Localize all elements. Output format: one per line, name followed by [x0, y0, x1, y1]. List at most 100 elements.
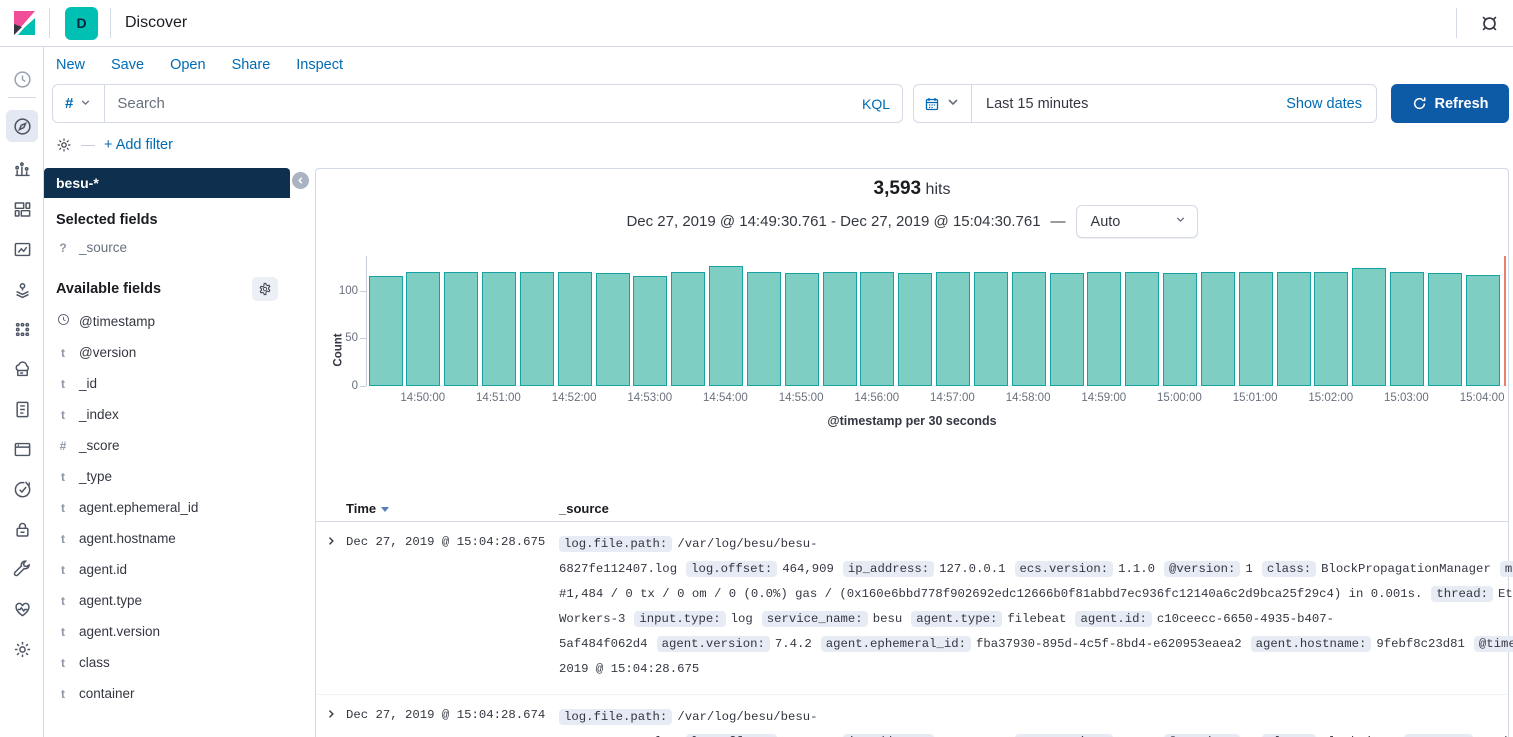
toolbar-link-inspect[interactable]: Inspect: [296, 57, 343, 73]
histogram-bar[interactable]: [1352, 268, 1386, 386]
field-name: container: [79, 686, 135, 701]
calendar-button[interactable]: [914, 85, 972, 122]
expand-row-chevron-right-icon[interactable]: [316, 532, 346, 552]
app-header: D Discover: [0, 0, 1513, 47]
field-item-agent.ephemeral_id[interactable]: tagent.ephemeral_id: [44, 492, 290, 523]
toolbar-link-new[interactable]: New: [56, 57, 85, 73]
nav-stack-monitoring-heart-icon[interactable]: [6, 593, 38, 625]
histogram-bar[interactable]: [1012, 272, 1046, 386]
nav-maps-icon[interactable]: [6, 273, 38, 305]
histogram-bar[interactable]: [1314, 272, 1348, 386]
histogram-bar[interactable]: [785, 273, 819, 386]
show-dates-button[interactable]: Show dates: [1272, 96, 1376, 112]
histogram-bar[interactable]: [596, 273, 630, 386]
nav-logs-icon[interactable]: [6, 393, 38, 425]
histogram-bar[interactable]: [860, 272, 894, 386]
nav-infrastructure-icon[interactable]: [6, 353, 38, 385]
index-pattern-selector[interactable]: besu-*: [44, 168, 290, 198]
histogram-plot-area[interactable]: [366, 256, 1501, 386]
time-range-value[interactable]: Last 15 minutes: [972, 96, 1272, 112]
x-axis-tick-label: 14:58:00: [1006, 392, 1051, 404]
histogram-bar[interactable]: [1087, 272, 1121, 386]
histogram-bar[interactable]: [936, 272, 970, 386]
refresh-button[interactable]: Refresh: [1391, 84, 1509, 123]
field-item-_id[interactable]: t_id: [44, 368, 290, 399]
histogram-bar[interactable]: [369, 276, 403, 386]
field-chip: ecs.version:: [1015, 561, 1114, 577]
field-item-container[interactable]: tcontainer: [44, 678, 290, 709]
histogram-bar[interactable]: [406, 272, 440, 386]
filter-type-button[interactable]: #: [53, 85, 105, 122]
field-chip: ip_address:: [843, 561, 934, 577]
time-column-header[interactable]: Time: [346, 501, 559, 516]
field-item-agent.id[interactable]: tagent.id: [44, 554, 290, 585]
field-item-agent.type[interactable]: tagent.type: [44, 585, 290, 616]
histogram-bar[interactable]: [671, 272, 705, 386]
nav-uptime-icon[interactable]: [6, 473, 38, 505]
search-input[interactable]: [105, 95, 850, 112]
histogram-bar[interactable]: [558, 272, 592, 386]
field-settings-gear-icon[interactable]: [252, 277, 278, 301]
hits-label: hits: [926, 181, 951, 198]
toolbar-link-open[interactable]: Open: [170, 57, 205, 73]
nav-apm-icon[interactable]: [6, 433, 38, 465]
histogram-bar[interactable]: [1239, 272, 1273, 386]
histogram-bar[interactable]: [823, 272, 857, 386]
histogram-chart[interactable]: Count 14:50:0014:51:0014:52:0014:53:0014…: [316, 242, 1508, 487]
nav-management-gear-icon[interactable]: [6, 633, 38, 665]
field-item-@timestamp[interactable]: @timestamp: [44, 305, 290, 337]
filter-settings-gear-icon[interactable]: [56, 137, 72, 153]
histogram-bar[interactable]: [747, 272, 781, 386]
nav-siem-lock-icon[interactable]: [6, 513, 38, 545]
field-name: _score: [79, 438, 120, 453]
range-separator: —: [1051, 213, 1066, 230]
field-item-_score[interactable]: #_score: [44, 430, 290, 461]
histogram-bar[interactable]: [633, 276, 667, 386]
histogram-bar[interactable]: [1277, 272, 1311, 386]
nav-canvas-icon[interactable]: [6, 233, 38, 265]
histogram-bar[interactable]: [1390, 272, 1424, 386]
histogram-bar[interactable]: [898, 273, 932, 386]
collapse-sidebar-button[interactable]: [292, 172, 309, 189]
query-bar: # KQL Last 15 minutes Show dates: [52, 84, 1509, 123]
nav-dashboard-icon[interactable]: [6, 193, 38, 225]
add-filter-button[interactable]: + Add filter: [104, 137, 173, 153]
histogram-bar[interactable]: [1428, 273, 1462, 386]
histogram-bar[interactable]: [1466, 275, 1500, 386]
expand-row-chevron-right-icon[interactable]: [316, 705, 346, 725]
field-item-@version[interactable]: t@version: [44, 337, 290, 368]
nav-machine-learning-icon[interactable]: [6, 313, 38, 345]
field-item-class[interactable]: tclass: [44, 647, 290, 678]
x-axis-tick-label: 14:52:00: [552, 392, 597, 404]
toolbar-link-save[interactable]: Save: [111, 57, 144, 73]
field-item-_type[interactable]: t_type: [44, 461, 290, 492]
kibana-logo[interactable]: [0, 0, 49, 46]
histogram-bar[interactable]: [1125, 272, 1159, 386]
histogram-bar[interactable]: [974, 272, 1008, 386]
refresh-icon: [1412, 96, 1427, 111]
nav-clock-icon[interactable]: [6, 63, 38, 95]
nav-compass-icon[interactable]: [6, 110, 38, 142]
kql-button[interactable]: KQL: [850, 96, 902, 112]
help-icon[interactable]: [1475, 9, 1503, 37]
field-item-agent.hostname[interactable]: tagent.hostname: [44, 523, 290, 554]
results-panel: 3,593 hits Dec 27, 2019 @ 14:49:30.761 -…: [315, 168, 1509, 737]
histogram-bar[interactable]: [444, 272, 478, 386]
histogram-bar[interactable]: [1050, 273, 1084, 386]
histogram-bar[interactable]: [482, 272, 516, 386]
nav-bar-chart-icon[interactable]: [6, 153, 38, 185]
histogram-bar[interactable]: [1163, 273, 1197, 386]
field-chip: thread:: [1431, 586, 1493, 602]
histogram-bar[interactable]: [709, 266, 743, 386]
nav-dev-tools-wrench-icon[interactable]: [6, 553, 38, 585]
histogram-bar[interactable]: [1201, 272, 1235, 386]
field-item-_source[interactable]: ?_source: [44, 232, 290, 263]
field-type-string-icon: t: [56, 408, 70, 422]
date-picker: Last 15 minutes Show dates: [913, 84, 1377, 123]
field-item-_index[interactable]: t_index: [44, 399, 290, 430]
interval-select[interactable]: Auto: [1076, 205, 1198, 238]
histogram-bar[interactable]: [520, 272, 554, 386]
toolbar-link-share[interactable]: Share: [232, 57, 271, 73]
kibana-logo-icon: [12, 10, 38, 36]
field-item-agent.version[interactable]: tagent.version: [44, 616, 290, 647]
